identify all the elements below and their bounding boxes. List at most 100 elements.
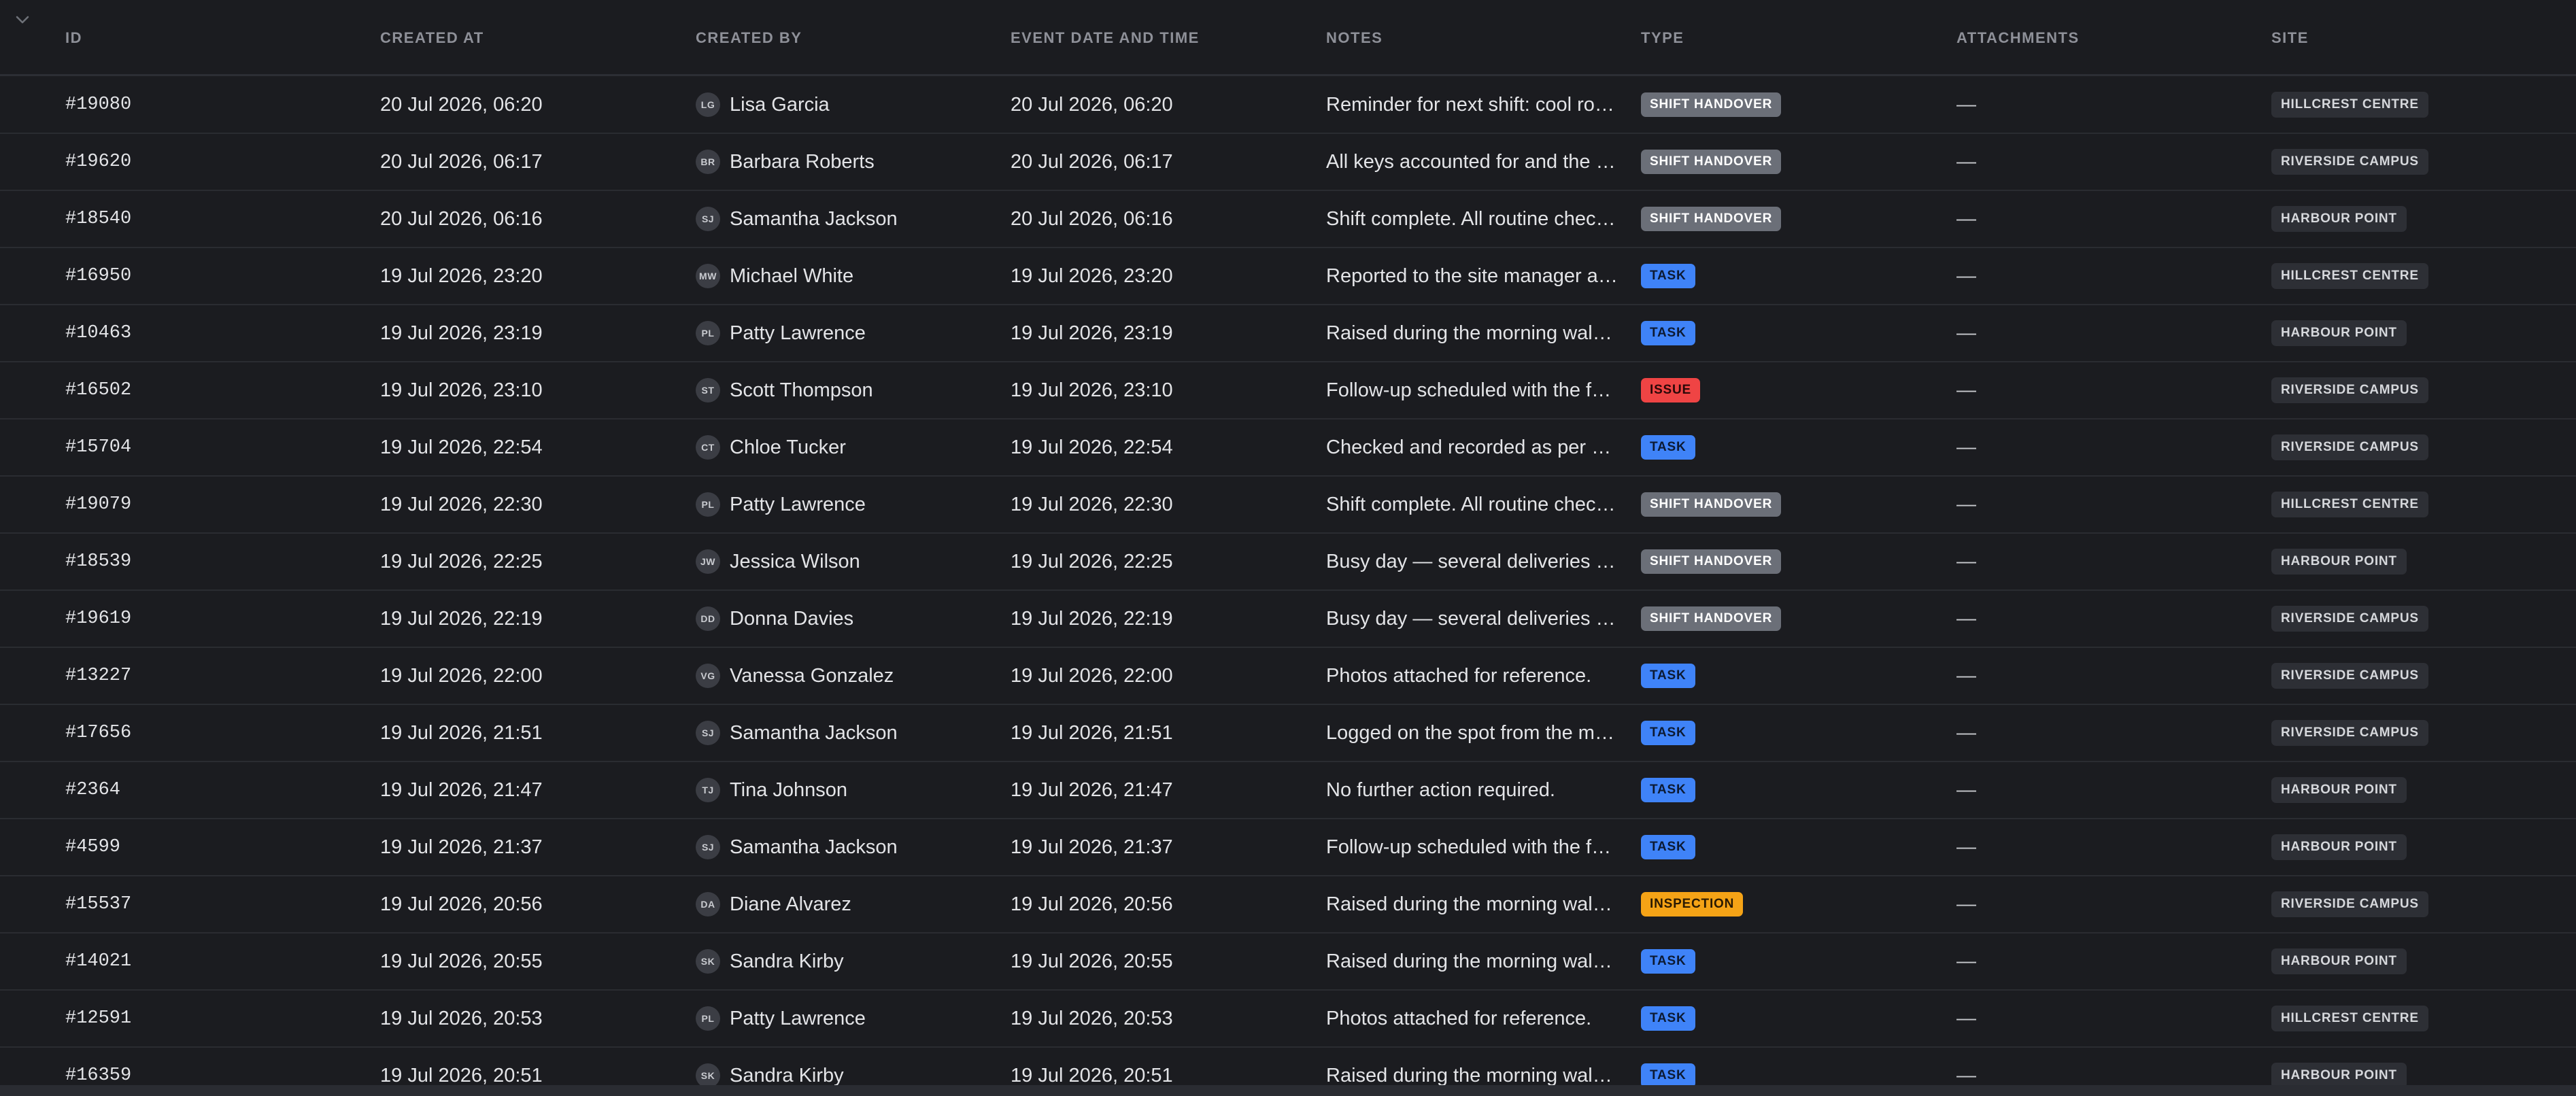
row-event-date: 20 Jul 2026, 06:17	[1011, 150, 1173, 173]
table-row[interactable]: #15537 19 Jul 2026, 20:56 DA Diane Alvarez 1…	[0, 876, 2576, 934]
table-row[interactable]: #12591 19 Jul 2026, 20:53 PL Patty Lawrence…	[0, 991, 2576, 1048]
table-row[interactable]: #13227 19 Jul 2026, 22:00 VG Vanessa Gonzal…	[0, 648, 2576, 705]
row-attachments: —	[1956, 264, 1976, 287]
row-attachments: —	[1956, 493, 1976, 515]
row-type: INSPECTION	[1641, 876, 1744, 932]
column-header-created-at[interactable]: CREATED AT	[380, 0, 484, 76]
row-event-date: 19 Jul 2026, 23:19	[1011, 322, 1173, 344]
row-id: #18540	[65, 209, 132, 229]
row-type: TASK	[1641, 419, 1695, 475]
site-badge: HILLCREST CENTRE	[2271, 1006, 2428, 1031]
row-id: #17656	[65, 723, 132, 743]
site-badge: RIVERSIDE CAMPUS	[2271, 377, 2428, 403]
table-row[interactable]: #18539 19 Jul 2026, 22:25 JW Jessica Wilson…	[0, 534, 2576, 591]
created-by-name: Michael White	[730, 264, 854, 287]
avatar: PL	[696, 1006, 720, 1031]
column-header-site[interactable]: SITE	[2271, 0, 2309, 76]
table-row[interactable]: #14021 19 Jul 2026, 20:55 SK Sandra Kirby 19…	[0, 934, 2576, 991]
table-row[interactable]: #19080 20 Jul 2026, 06:20 LG Lisa Garcia 20 …	[0, 77, 2576, 134]
table-row[interactable]: #18540 20 Jul 2026, 06:16 SJ Samantha Jacks…	[0, 191, 2576, 248]
row-created-by: SK Sandra Kirby	[696, 934, 844, 989]
table-row[interactable]: #19620 20 Jul 2026, 06:17 BR Barbara Robert…	[0, 134, 2576, 191]
type-badge: INSPECTION	[1641, 892, 1744, 917]
column-header-event-date[interactable]: EVENT DATE AND TIME	[1011, 0, 1200, 76]
row-site: RIVERSIDE CAMPUS	[2271, 648, 2428, 704]
row-id: #15704	[65, 437, 132, 458]
avatar: MW	[696, 264, 720, 288]
row-id: #2364	[65, 780, 121, 800]
table-row[interactable]: #16502 19 Jul 2026, 23:10 ST Scott Thompson…	[0, 362, 2576, 419]
row-site: RIVERSIDE CAMPUS	[2271, 876, 2428, 932]
row-id: #19079	[65, 494, 132, 515]
row-created-at: 19 Jul 2026, 22:25	[380, 550, 543, 572]
column-header-id[interactable]: ID	[65, 0, 82, 76]
column-header-created-by[interactable]: CREATED BY	[696, 0, 802, 76]
table-row[interactable]: #17656 19 Jul 2026, 21:51 SJ Samantha Jacks…	[0, 705, 2576, 762]
site-badge: HILLCREST CENTRE	[2271, 263, 2428, 289]
avatar: SJ	[696, 721, 720, 745]
row-attachments: —	[1956, 322, 1976, 344]
row-id: #16950	[65, 266, 132, 286]
row-created-by: PL Patty Lawrence	[696, 991, 866, 1046]
row-event-date: 19 Jul 2026, 22:30	[1011, 493, 1173, 515]
row-id: #14021	[65, 951, 132, 972]
row-notes: Reported to the site manager and logged	[1326, 265, 1619, 287]
row-type: TASK	[1641, 819, 1695, 875]
table-row[interactable]: #4599 19 Jul 2026, 21:37 SJ Samantha Jackso…	[0, 819, 2576, 876]
table-row[interactable]: #19079 19 Jul 2026, 22:30 PL Patty Lawrence…	[0, 477, 2576, 534]
created-by-name: Sandra Kirby	[730, 1064, 844, 1086]
table-row[interactable]: #19619 19 Jul 2026, 22:19 DD Donna Davies 19…	[0, 591, 2576, 648]
row-attachments: —	[1956, 379, 1976, 401]
row-type: TASK	[1641, 248, 1695, 304]
row-notes: No further action required.	[1326, 779, 1555, 801]
row-attachments: —	[1956, 93, 1976, 116]
site-badge: RIVERSIDE CAMPUS	[2271, 149, 2428, 175]
row-notes: Reminder for next shift: cool room tempe…	[1326, 94, 1619, 116]
row-id: #4599	[65, 837, 121, 857]
row-type: SHIFT HANDOVER	[1641, 191, 1782, 247]
type-badge: TASK	[1641, 435, 1695, 460]
column-header-attachments[interactable]: ATTACHMENTS	[1956, 0, 2080, 76]
chevron-down-icon[interactable]	[12, 10, 33, 30]
created-by-name: Patty Lawrence	[730, 322, 866, 344]
type-badge: TASK	[1641, 949, 1695, 974]
row-created-by: DD Donna Davies	[696, 591, 853, 647]
created-by-name: Vanessa Gonzalez	[730, 664, 894, 687]
created-by-name: Tina Johnson	[730, 778, 848, 801]
column-header-notes[interactable]: NOTES	[1326, 0, 1383, 76]
row-event-date: 19 Jul 2026, 21:51	[1011, 721, 1173, 744]
type-badge: SHIFT HANDOVER	[1641, 92, 1782, 117]
row-notes: Raised during the morning walkthrough	[1326, 322, 1619, 344]
row-event-date: 19 Jul 2026, 22:00	[1011, 664, 1173, 687]
created-by-name: Donna Davies	[730, 607, 854, 630]
row-event-date: 19 Jul 2026, 21:37	[1011, 836, 1173, 858]
row-created-at: 19 Jul 2026, 21:51	[380, 721, 543, 744]
type-badge: TASK	[1641, 1063, 1695, 1088]
type-badge: TASK	[1641, 1006, 1695, 1031]
row-id: #15537	[65, 894, 132, 914]
created-by-name: Barbara Roberts	[730, 150, 875, 173]
row-created-at: 19 Jul 2026, 22:19	[380, 607, 543, 630]
table-row[interactable]: #16950 19 Jul 2026, 23:20 MW Michael White 1…	[0, 248, 2576, 305]
table-row[interactable]: #15704 19 Jul 2026, 22:54 CT Chloe Tucker 19…	[0, 419, 2576, 477]
row-created-at: 19 Jul 2026, 22:00	[380, 664, 543, 687]
row-created-by: VG Vanessa Gonzalez	[696, 648, 894, 704]
type-badge: ISSUE	[1641, 378, 1701, 403]
row-notes: Follow-up scheduled with the facilities …	[1326, 379, 1619, 401]
row-created-at: 19 Jul 2026, 21:37	[380, 836, 543, 858]
avatar: PL	[696, 492, 720, 517]
row-notes: All keys accounted for and the site secu…	[1326, 151, 1619, 173]
row-event-date: 19 Jul 2026, 20:55	[1011, 950, 1173, 972]
avatar: BR	[696, 150, 720, 174]
horizontal-scrollbar[interactable]	[0, 1085, 2576, 1096]
table-row[interactable]: #2364 19 Jul 2026, 21:47 TJ Tina Johnson 19 …	[0, 762, 2576, 819]
site-badge: HILLCREST CENTRE	[2271, 92, 2428, 118]
column-header-type[interactable]: TYPE	[1641, 0, 1684, 76]
row-attachments: —	[1956, 207, 1976, 230]
created-by-name: Samantha Jackson	[730, 836, 898, 858]
row-id: #19620	[65, 152, 132, 172]
table-row[interactable]: #10463 19 Jul 2026, 23:19 PL Patty Lawrence…	[0, 305, 2576, 362]
row-type: SHIFT HANDOVER	[1641, 534, 1782, 589]
row-attachments: —	[1956, 664, 1976, 687]
row-created-by: CT Chloe Tucker	[696, 419, 846, 475]
